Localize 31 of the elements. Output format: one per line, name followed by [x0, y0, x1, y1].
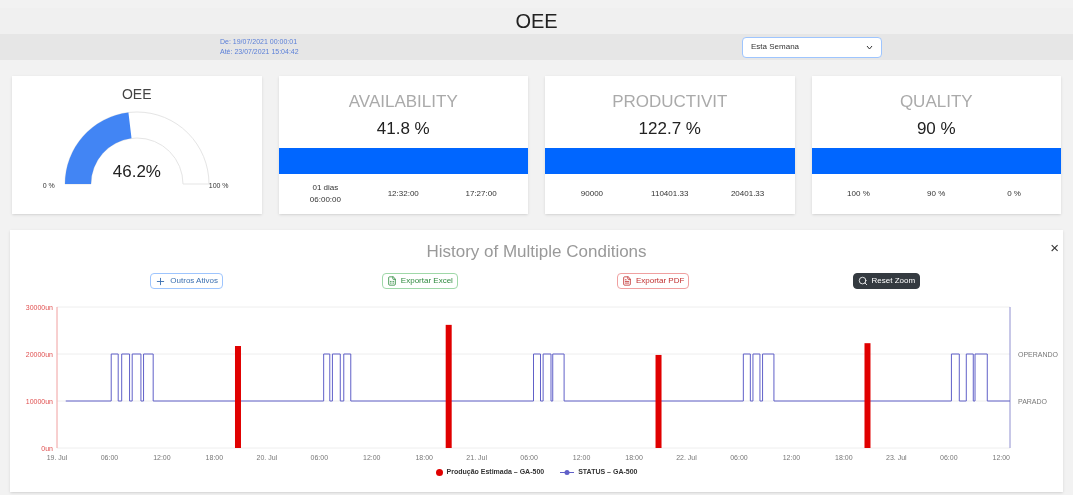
card-title: PRODUCTIVIT [612, 93, 728, 110]
metric-value: 122.7 % [638, 118, 701, 141]
toolbar-button[interactable]: Exportar Excel [381, 273, 458, 289]
card-title: QUALITY [899, 93, 973, 110]
card-title: OEE [121, 85, 152, 104]
chevron-down-icon [866, 44, 873, 50]
document-icon [621, 276, 632, 286]
metric-stat: 20401.33 [729, 188, 766, 200]
spreadsheet-icon [386, 276, 397, 286]
card-title: AVAILABILITY [348, 93, 458, 110]
gauge-reading: 46.2% [112, 161, 161, 183]
close-button[interactable]: × [1050, 240, 1059, 255]
metric-stat: 0 % [1006, 188, 1022, 200]
metric-stat: 12:32:00 [386, 188, 420, 200]
metric-stat: 90 % [926, 188, 947, 200]
page-title: OEE [515, 9, 558, 34]
metric-stat: 110401.33 [650, 188, 690, 200]
plus-icon [155, 275, 167, 287]
metric-stat: 100 % [846, 188, 871, 200]
toolbar-button[interactable]: Outros Ativos [150, 273, 223, 289]
panel-title: History of Multiple Conditions [426, 243, 647, 260]
search-icon [857, 276, 868, 286]
metric-value: 41.8 % [376, 118, 430, 141]
metric-stat: 17:27:00 [464, 188, 498, 200]
toolbar-button[interactable]: Reset Zoom [852, 273, 921, 289]
legend-line-marker [560, 468, 575, 476]
period-select[interactable]: Esta Semana [742, 36, 882, 58]
metric-stat: 90000 [579, 188, 605, 200]
metric-value: 90 % [916, 118, 956, 141]
toolbar-button[interactable]: Exportar PDF [616, 273, 690, 289]
metric-stat: 01 dias 06:00:00 [308, 182, 342, 206]
